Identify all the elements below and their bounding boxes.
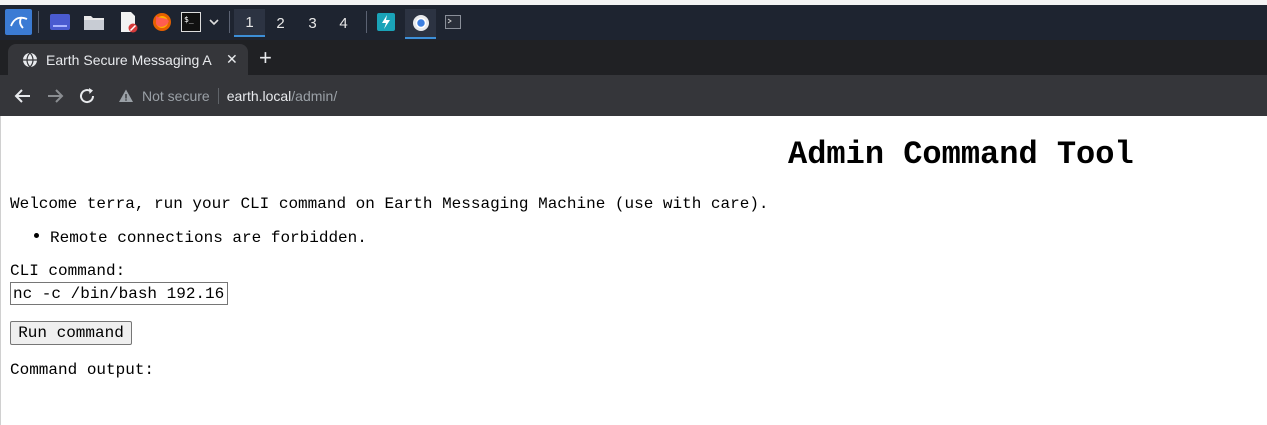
url-host: earth.local: [226, 87, 292, 104]
firefox-icon[interactable]: [149, 9, 175, 35]
command-output-label: Command output:: [10, 361, 155, 379]
reload-icon[interactable]: [76, 85, 98, 107]
cli-command-input[interactable]: [10, 282, 228, 305]
terminal-window-icon[interactable]: [441, 9, 465, 35]
url-path: /admin/: [291, 87, 338, 104]
terminal-icon[interactable]: $_: [180, 9, 202, 35]
taskbar: $_ 1 2 3 4: [0, 0, 1267, 40]
kali-menu-icon[interactable]: [5, 9, 32, 35]
tab-title: Earth Secure Messaging A: [46, 51, 212, 68]
chevron-down-icon[interactable]: [206, 9, 222, 35]
workspace-2[interactable]: 2: [265, 9, 296, 37]
warning-icon[interactable]: [118, 88, 134, 104]
workspace-3[interactable]: 3: [297, 9, 328, 37]
new-tab-button[interactable]: +: [259, 46, 272, 70]
burpsuite-window-icon[interactable]: [373, 9, 399, 35]
close-tab-icon[interactable]: ✕: [226, 52, 238, 68]
taskbar-separator: [366, 11, 367, 33]
page-title: Admin Command Tool: [788, 136, 1134, 173]
workspace-label: 3: [308, 14, 317, 32]
workspace-label: 2: [276, 14, 285, 32]
chromium-window-icon[interactable]: [405, 9, 436, 39]
globe-icon: [23, 52, 37, 68]
notice-text: Remote connections are forbidden.: [50, 229, 367, 247]
show-desktop-icon[interactable]: [47, 9, 73, 35]
workspace-label: 4: [339, 14, 348, 32]
workspace-label: 1: [245, 13, 254, 31]
forward-arrow-icon[interactable]: [44, 85, 66, 107]
page-content: Admin Command Tool Welcome terra, run yo…: [0, 116, 1267, 425]
address-divider: [217, 87, 219, 104]
file-manager-icon[interactable]: [81, 9, 107, 35]
list-item: Remote connections are forbidden.: [34, 229, 367, 247]
browser-toolbar: Not secure earth.local/admin/: [0, 75, 1267, 116]
svg-text:$_: $_: [184, 15, 194, 24]
workspace-4[interactable]: 4: [328, 9, 359, 37]
bullet-dot: [34, 233, 39, 239]
workspace-1[interactable]: 1: [234, 9, 265, 37]
cli-command-label: CLI command:: [10, 262, 126, 280]
address-bar[interactable]: Not secure earth.local/admin/: [110, 81, 1258, 110]
browser-tabstrip: Earth Secure Messaging A ✕: [0, 40, 1267, 75]
taskbar-separator: [38, 11, 39, 33]
text-editor-icon[interactable]: [115, 9, 141, 35]
back-arrow-icon[interactable]: [12, 85, 34, 107]
browser-tab[interactable]: Earth Secure Messaging A ✕: [8, 44, 248, 75]
run-command-button[interactable]: Run command: [10, 321, 132, 345]
taskbar-separator: [229, 11, 230, 33]
welcome-text: Welcome terra, run your CLI command on E…: [10, 195, 769, 213]
not-secure-label[interactable]: Not secure: [142, 88, 210, 104]
taskbar-top-edge: [0, 0, 1267, 5]
